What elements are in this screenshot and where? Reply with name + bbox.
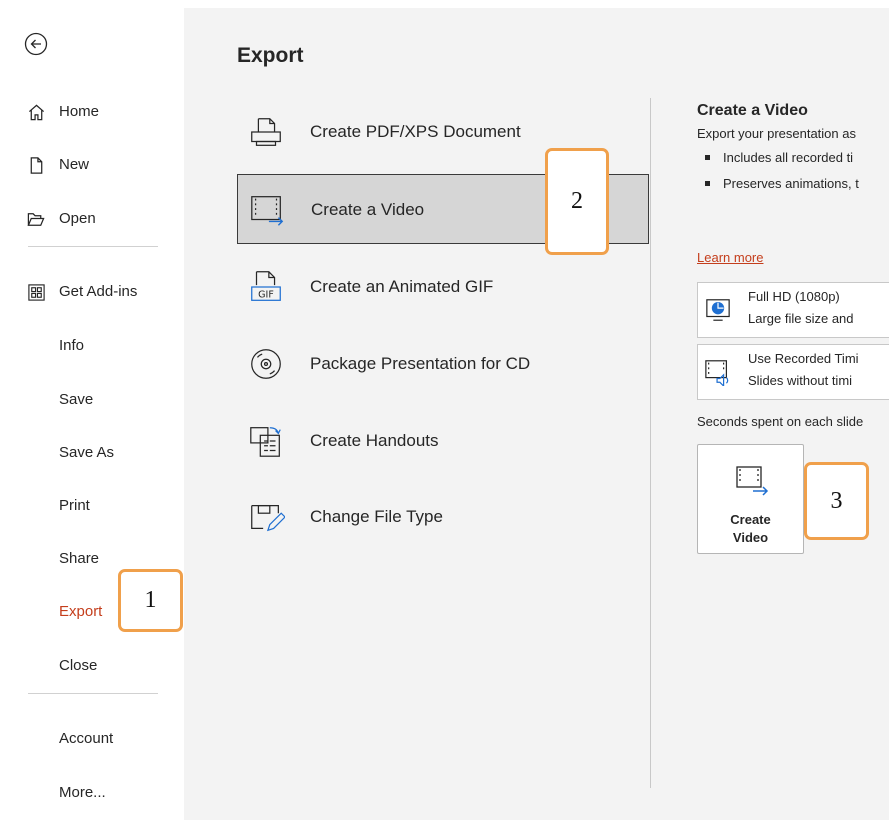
sidebar-item-save-as[interactable]: Save As (8, 433, 184, 473)
learn-more-link[interactable]: Learn more (697, 250, 763, 265)
create-video-button[interactable]: Create Video (697, 444, 804, 554)
video-film-icon (247, 190, 287, 230)
option-subtitle: Slides without timi (748, 373, 853, 388)
option-subtitle: Large file size and (748, 311, 854, 326)
export-option-label: Change File Type (310, 507, 443, 526)
sidebar-item-label: Info (59, 337, 85, 354)
detail-bullet: Includes all recorded ti (697, 150, 853, 165)
sidebar-item-print[interactable]: Print (8, 486, 184, 526)
sidebar-item-get-add-ins[interactable]: Get Add-ins (8, 272, 184, 312)
callout-2: 2 (545, 148, 609, 255)
sidebar-item-label: New (59, 156, 90, 173)
detail-title: Create a Video (697, 102, 808, 119)
video-quality-dropdown[interactable]: Full HD (1080p) Large file size and (697, 282, 889, 338)
pdf-document-icon (246, 112, 286, 152)
create-video-label: Create Video (730, 512, 771, 545)
create-video-detail: Create a Video Export your presentation … (697, 8, 889, 820)
sidebar-item-label: Save (59, 391, 94, 408)
detail-bullet: Preserves animations, t (697, 176, 859, 191)
callout-3: 3 (804, 462, 869, 540)
sidebar-item-label: Save As (59, 444, 115, 461)
export-option-label: Create a Video (311, 200, 425, 219)
option-title: Full HD (1080p) (748, 289, 840, 304)
video-film-icon (731, 463, 771, 499)
sidebar-item-label: Share (59, 550, 100, 567)
recorded-timings-dropdown[interactable]: Use Recorded Timi Slides without timi (697, 344, 889, 400)
hd-monitor-icon (703, 295, 733, 325)
sidebar-item-save[interactable]: Save (8, 380, 184, 420)
sidebar-item-more[interactable]: More... (8, 773, 184, 813)
change-file-type-icon (246, 497, 286, 537)
sidebar-separator (28, 693, 158, 694)
sidebar-item-label: Get Add-ins (59, 283, 138, 300)
sidebar-item-label: Account (59, 730, 114, 747)
sidebar-item-label: Open (59, 210, 96, 227)
callout-1: 1 (118, 569, 183, 632)
sidebar-item-label: Home (59, 103, 100, 120)
export-option-change-file-type[interactable]: Change File Type (237, 482, 649, 552)
home-icon (26, 102, 46, 122)
sidebar-item-label: Close (59, 657, 98, 674)
sidebar-item-home[interactable]: Home (8, 92, 184, 132)
sidebar-item-account[interactable]: Account (8, 719, 184, 759)
sidebar-item-open[interactable]: Open (8, 199, 184, 239)
add-ins-grid-icon (26, 282, 46, 302)
recorded-timing-icon (703, 357, 733, 387)
back-arrow-circle-icon (24, 32, 48, 56)
export-option-label: Create Handouts (310, 431, 439, 450)
export-option-label: Package Presentation for CD (310, 354, 531, 373)
backstage-sidebar: Home New Open Get Add-ins Info Save Save… (8, 8, 184, 820)
export-panel: Export Create PDF/XPS Document Create a … (184, 8, 889, 820)
svg-text:GIF: GIF (258, 289, 274, 300)
sidebar-item-label: Export (59, 603, 103, 620)
sidebar-item-new[interactable]: New (8, 145, 184, 185)
export-option-label: Create PDF/XPS Document (310, 122, 521, 141)
handouts-icon (246, 421, 286, 461)
export-option-label: Create an Animated GIF (310, 277, 494, 296)
new-document-icon (26, 155, 46, 175)
export-option-create-handouts[interactable]: Create Handouts (237, 406, 649, 476)
page-title: Export (237, 44, 304, 67)
detail-description: Export your presentation as (697, 126, 856, 141)
gif-icon: GIF (246, 267, 286, 307)
backstage-view: Home New Open Get Add-ins Info Save Save… (8, 8, 889, 820)
export-option-package-cd[interactable]: Package Presentation for CD (237, 329, 649, 399)
sidebar-item-label: Print (59, 497, 90, 514)
seconds-per-slide-label: Seconds spent on each slide (697, 414, 864, 429)
sidebar-item-label: More... (59, 784, 106, 801)
sidebar-item-info[interactable]: Info (8, 326, 184, 366)
sidebar-item-close[interactable]: Close (8, 646, 184, 686)
export-option-animated-gif[interactable]: GIF Create an Animated GIF (237, 252, 649, 322)
folder-open-icon (26, 209, 46, 229)
sidebar-separator (28, 246, 158, 247)
option-title: Use Recorded Timi (748, 351, 859, 366)
panel-divider (650, 98, 651, 788)
back-button[interactable] (18, 26, 54, 62)
cd-disc-icon (246, 344, 286, 384)
